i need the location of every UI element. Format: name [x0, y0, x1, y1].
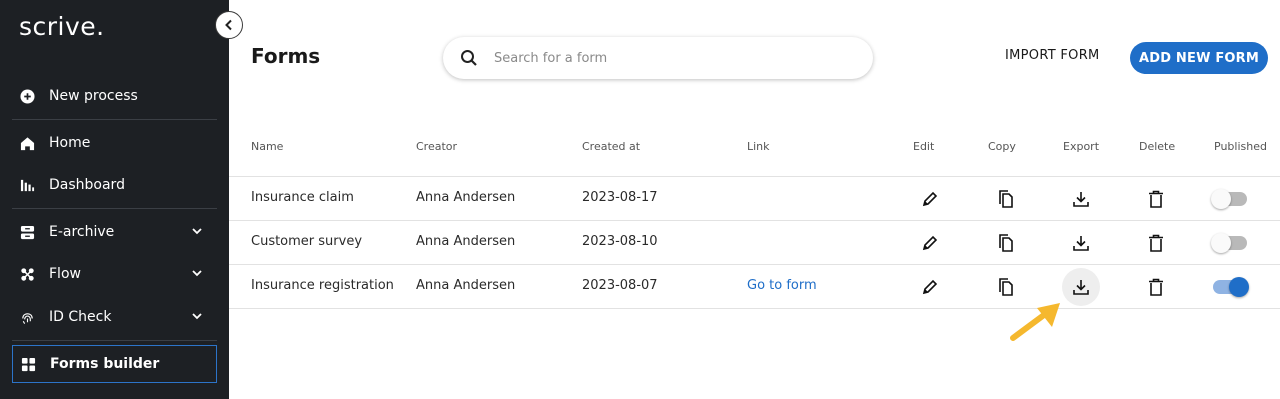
toggle-knob: [1229, 277, 1249, 297]
sidebar-item-forms-builder[interactable]: Forms builder: [12, 345, 217, 383]
sidebar-item-new-process[interactable]: New process: [12, 77, 217, 115]
sidebar-item-label: ID Check: [49, 309, 112, 325]
form-created-at: 2023-08-17: [582, 190, 658, 205]
search-icon: [461, 50, 477, 66]
form-creator: Anna Andersen: [416, 190, 516, 205]
go-to-form-link[interactable]: Go to form: [747, 278, 817, 293]
sidebar-item-label: Dashboard: [49, 177, 125, 193]
plus-circle-icon: [19, 88, 35, 104]
flow-icon: [19, 266, 35, 282]
import-form-button[interactable]: IMPORT FORM: [1005, 48, 1100, 63]
sidebar-divider: [12, 119, 217, 120]
column-header-published: Published: [1214, 140, 1267, 153]
edit-icon[interactable]: [919, 188, 941, 210]
scrive-logo: scrive.: [19, 12, 105, 41]
download-icon[interactable]: [1070, 276, 1092, 298]
publish-toggle[interactable]: [1211, 233, 1247, 253]
chevron-down-icon: [192, 270, 202, 277]
grid-icon: [20, 356, 36, 372]
trash-icon[interactable]: [1145, 232, 1167, 254]
chevron-left-icon: [225, 19, 232, 31]
search-input[interactable]: [494, 50, 834, 66]
form-name: Customer survey: [251, 234, 363, 249]
copy-icon[interactable]: [994, 276, 1016, 298]
column-header-creator[interactable]: Creator: [416, 140, 457, 153]
publish-toggle[interactable]: [1211, 189, 1247, 209]
column-header-copy: Copy: [988, 140, 1016, 153]
download-icon[interactable]: [1070, 188, 1092, 210]
table-divider: [229, 308, 1280, 309]
column-header-link: Link: [747, 140, 770, 153]
sidebar-item-home[interactable]: Home: [12, 124, 217, 162]
table-divider: [229, 176, 1280, 177]
trash-icon[interactable]: [1145, 188, 1167, 210]
archive-icon: [19, 224, 35, 240]
form-created-at: 2023-08-07: [582, 278, 658, 293]
sidebar-item-dashboard[interactable]: Dashboard: [12, 166, 217, 204]
column-header-edit: Edit: [913, 140, 935, 153]
sidebar-item-e-archive[interactable]: E-archive: [12, 213, 217, 251]
page-title: Forms: [251, 44, 321, 68]
form-creator: Anna Andersen: [416, 278, 516, 293]
toggle-knob: [1211, 233, 1231, 253]
sidebar-divider: [12, 340, 217, 341]
column-header-created-at[interactable]: Created at: [582, 140, 640, 153]
sidebar-item-label: E-archive: [49, 224, 115, 240]
chevron-down-icon: [192, 313, 202, 320]
chevron-down-icon: [192, 228, 202, 235]
collapse-sidebar-button[interactable]: [215, 11, 243, 39]
column-header-name[interactable]: Name: [251, 140, 283, 153]
fingerprint-icon: [19, 309, 35, 325]
trash-icon[interactable]: [1145, 276, 1167, 298]
sidebar: scrive. New process Home Dashboard E-arc…: [0, 0, 229, 399]
add-new-form-button[interactable]: ADD NEW FORM: [1130, 42, 1268, 74]
sidebar-item-flow[interactable]: Flow: [12, 255, 217, 293]
publish-toggle[interactable]: [1213, 277, 1249, 297]
sidebar-item-label: New process: [49, 88, 138, 104]
edit-icon[interactable]: [919, 276, 941, 298]
pointer-arrow-icon: [1010, 303, 1060, 341]
sidebar-divider: [12, 208, 217, 209]
sidebar-item-label: Forms builder: [50, 356, 160, 372]
home-icon: [19, 135, 35, 151]
sidebar-item-id-check[interactable]: ID Check: [12, 298, 217, 336]
download-icon[interactable]: [1070, 232, 1092, 254]
toggle-knob: [1211, 189, 1231, 209]
sidebar-item-label: Home: [49, 135, 91, 151]
sidebar-item-label: Flow: [49, 266, 81, 282]
table-divider: [229, 264, 1280, 265]
form-created-at: 2023-08-10: [582, 234, 658, 249]
search-bar[interactable]: [443, 37, 873, 79]
column-header-export: Export: [1063, 140, 1100, 153]
edit-icon[interactable]: [919, 232, 941, 254]
form-name: Insurance registration: [251, 278, 394, 293]
table-divider: [229, 220, 1280, 221]
form-name: Insurance claim: [251, 190, 354, 205]
bar-chart-icon: [19, 177, 35, 193]
column-header-delete: Delete: [1139, 140, 1176, 153]
form-creator: Anna Andersen: [416, 234, 516, 249]
copy-icon[interactable]: [994, 188, 1016, 210]
copy-icon[interactable]: [994, 232, 1016, 254]
